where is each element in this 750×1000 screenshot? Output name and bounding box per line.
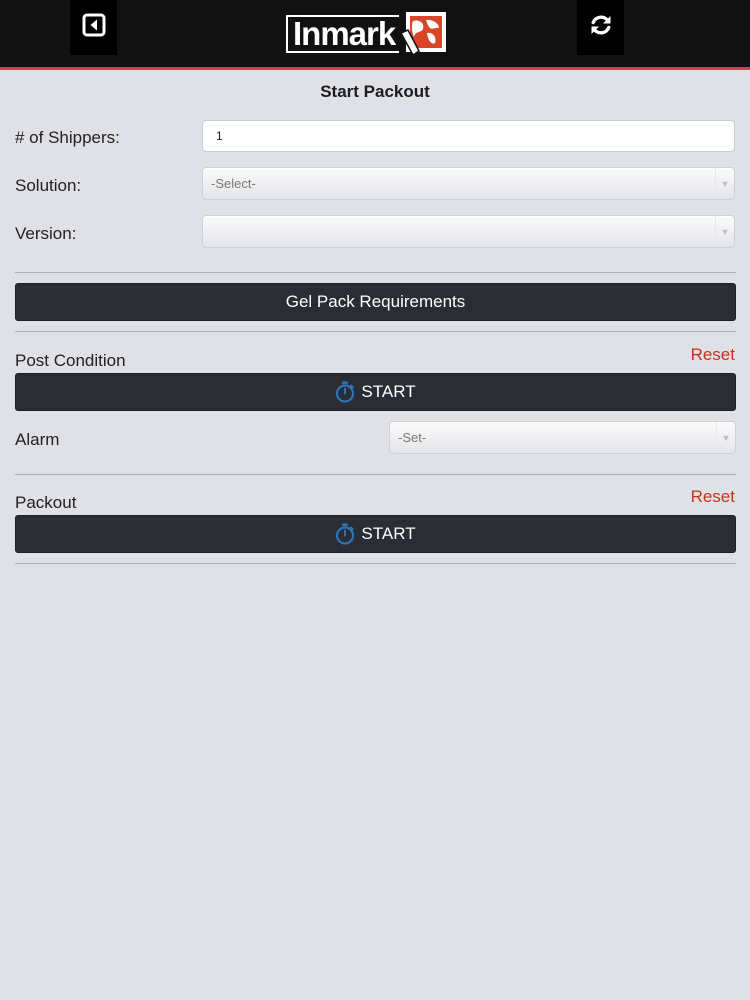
divider bbox=[15, 272, 736, 273]
stopwatch-icon bbox=[335, 523, 355, 545]
shippers-label: # of Shippers: bbox=[15, 128, 120, 147]
solution-select-value: -Select- bbox=[211, 176, 256, 191]
logo-text: Inmark bbox=[286, 15, 400, 53]
page-title: Start Packout bbox=[320, 82, 430, 101]
stopwatch-icon bbox=[335, 381, 355, 403]
shippers-input[interactable]: 1 bbox=[202, 120, 735, 152]
top-bar: Inmark bbox=[0, 0, 750, 70]
divider bbox=[15, 563, 736, 564]
packout-label: Packout bbox=[15, 493, 77, 512]
post-condition-start-button[interactable]: START bbox=[15, 373, 736, 411]
chevron-down-icon: ▼ bbox=[716, 422, 735, 453]
packout-start-label: START bbox=[361, 524, 416, 543]
gel-pack-button-label: Gel Pack Requirements bbox=[285, 292, 466, 311]
version-select[interactable]: ▼ bbox=[202, 215, 735, 248]
alarm-select[interactable]: -Set- ▼ bbox=[389, 421, 736, 454]
refresh-button[interactable] bbox=[577, 0, 624, 55]
gel-pack-requirements-button[interactable]: Gel Pack Requirements bbox=[15, 283, 736, 321]
version-label: Version: bbox=[15, 224, 77, 243]
chevron-down-icon: ▼ bbox=[715, 216, 734, 247]
solution-select[interactable]: -Select- ▼ bbox=[202, 167, 735, 200]
chevron-down-icon: ▼ bbox=[715, 168, 734, 199]
packout-start-button[interactable]: START bbox=[15, 515, 736, 553]
inmark-logo: Inmark bbox=[286, 11, 458, 57]
packout-reset-link[interactable]: Reset bbox=[691, 487, 735, 507]
post-condition-start-label: START bbox=[361, 382, 416, 401]
back-button[interactable] bbox=[70, 0, 117, 55]
divider bbox=[15, 331, 736, 332]
post-condition-reset-link[interactable]: Reset bbox=[691, 345, 735, 365]
post-condition-label: Post Condition bbox=[15, 351, 126, 370]
alarm-label: Alarm bbox=[15, 430, 60, 449]
refresh-icon bbox=[588, 12, 614, 43]
divider bbox=[15, 474, 736, 475]
alarm-select-value: -Set- bbox=[398, 430, 427, 445]
solution-label: Solution: bbox=[15, 176, 82, 195]
back-arrow-icon bbox=[82, 13, 106, 42]
logo-globe-icon bbox=[399, 11, 447, 57]
